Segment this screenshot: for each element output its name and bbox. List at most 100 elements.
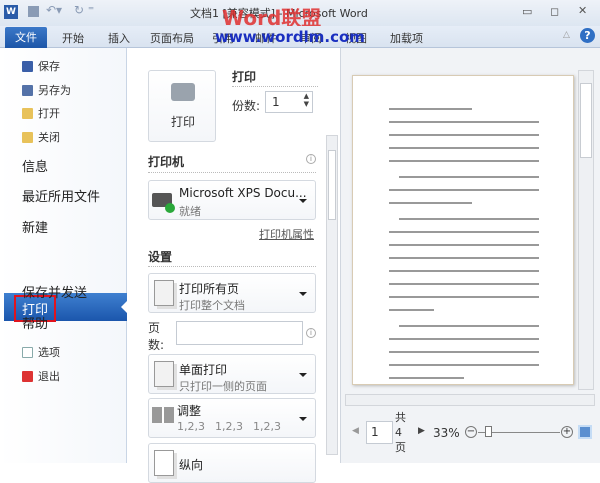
tab-addins[interactable]: 加载项 xyxy=(390,30,423,46)
printer-status: 就绪 xyxy=(179,205,201,218)
total-pages: 共 4 页 xyxy=(395,410,407,455)
watermark-url: www.wordlm.com xyxy=(215,28,365,46)
printer-name: Microsoft XPS Docu... xyxy=(179,186,307,200)
sides-title: 单面打印 xyxy=(179,363,228,377)
nav-help[interactable]: 帮助 xyxy=(22,313,48,332)
printer-heading: 打印机 xyxy=(148,155,185,169)
nav-close[interactable]: 关闭 xyxy=(22,129,60,145)
total-prefix: 共 xyxy=(395,411,406,424)
preview-text-line xyxy=(389,160,539,162)
printer-properties-link[interactable]: 打印机属性 xyxy=(259,226,314,242)
close-button[interactable]: ✕ xyxy=(578,4,587,17)
nav-save[interactable]: 保存 xyxy=(22,58,60,74)
printer-select[interactable]: Microsoft XPS Docu... 就绪 xyxy=(148,180,316,220)
preview-text-line xyxy=(389,270,539,272)
preview-text-line xyxy=(399,176,539,178)
pages-input[interactable] xyxy=(176,321,303,345)
collate-select[interactable]: 调整 1,2,3 1,2,3 1,2,3 xyxy=(148,398,316,438)
nav-label: 关闭 xyxy=(38,131,60,144)
nav-new[interactable]: 新建 xyxy=(22,217,48,236)
prev-page-button[interactable]: ◀ xyxy=(352,426,359,436)
preview-horizontal-scrollbar[interactable] xyxy=(345,394,595,406)
help-icon[interactable]: ? xyxy=(580,28,595,43)
preview-text-line xyxy=(389,147,539,149)
preview-text-line xyxy=(389,309,434,311)
range-desc: 打印整个文档 xyxy=(179,299,245,312)
tab-home[interactable]: 开始 xyxy=(62,30,84,46)
minimize-button[interactable]: ▭ xyxy=(522,5,532,18)
print-button[interactable]: 打印 xyxy=(148,70,216,142)
info-icon[interactable]: i xyxy=(306,328,316,338)
save-icon xyxy=(22,60,33,72)
printer-icon xyxy=(171,83,195,101)
save-icon[interactable] xyxy=(28,6,39,17)
nav-label: 打开 xyxy=(38,107,60,120)
page-number-input[interactable]: 1 xyxy=(366,421,393,444)
settings-heading: 设置 xyxy=(148,250,173,264)
undo-icon[interactable]: ↶▾ xyxy=(46,3,62,17)
preview-vertical-scrollbar[interactable] xyxy=(578,70,594,390)
preview-text-line xyxy=(399,325,539,327)
preview-text-line xyxy=(389,231,539,233)
sides-select[interactable]: 单面打印 只打印一侧的页面 xyxy=(148,354,316,394)
save-as-icon xyxy=(22,84,33,96)
preview-text-line xyxy=(389,189,539,191)
nav-exit[interactable]: 退出 xyxy=(22,368,60,384)
print-settings-pane: 打印 打印 份数: 1 ▲ ▼ 打印机 i Microsoft XPS Docu.… xyxy=(128,48,340,483)
title-bar: W ↶▾ ↻ ⁼ 文档1 [兼容模式] - Microsoft Word Wor… xyxy=(0,0,600,30)
next-page-button[interactable]: ▶ xyxy=(418,426,425,436)
collate-icon xyxy=(152,407,174,423)
preview-text-line xyxy=(389,364,539,366)
nav-label: 退出 xyxy=(38,370,60,383)
print-heading: 打印 xyxy=(232,70,257,84)
preview-text-line xyxy=(399,218,539,220)
nav-label: 保存 xyxy=(38,60,60,73)
tab-file[interactable]: 文件 xyxy=(5,27,47,48)
collate-desc: 1,2,3 xyxy=(215,420,243,433)
nav-options[interactable]: 选项 xyxy=(22,344,60,360)
preview-text-line xyxy=(389,377,464,379)
collate-title: 调整 xyxy=(177,404,202,418)
portrait-icon xyxy=(154,450,174,476)
one-sided-icon xyxy=(154,361,174,387)
print-preview-page xyxy=(352,75,574,385)
spin-arrows[interactable]: ▲ ▼ xyxy=(304,92,309,108)
nav-label: 另存为 xyxy=(38,84,71,97)
redo-icon[interactable]: ↻ ⁼ xyxy=(74,3,94,17)
all-pages-icon xyxy=(154,280,174,306)
options-icon xyxy=(22,346,33,358)
tab-insert[interactable]: 插入 xyxy=(108,30,130,46)
nav-info[interactable]: 信息 xyxy=(22,156,48,175)
nav-save-send[interactable]: 保存并发送 xyxy=(22,282,87,301)
maximize-button[interactable]: ◻ xyxy=(550,5,559,18)
orientation-select[interactable]: 纵向 xyxy=(148,443,316,483)
copies-value: 1 xyxy=(272,95,280,109)
copies-label: 份数: xyxy=(232,99,261,113)
nav-open[interactable]: 打开 xyxy=(22,105,60,121)
pages-label: 页数: xyxy=(148,321,165,352)
page-number: 1 xyxy=(371,425,379,439)
preview-text-line xyxy=(389,134,539,136)
zoom-out-button[interactable]: − xyxy=(465,426,477,438)
fit-page-icon[interactable] xyxy=(578,425,592,439)
nav-label: 选项 xyxy=(38,346,60,359)
copies-input[interactable]: 1 ▲ ▼ xyxy=(265,91,313,113)
collapse-ribbon-icon[interactable]: △ xyxy=(563,30,570,40)
preview-text-line xyxy=(389,351,539,353)
print-range-select[interactable]: 打印所有页 打印整个文档 xyxy=(148,273,316,313)
nav-save-as[interactable]: 另存为 xyxy=(22,82,71,98)
folder-close-icon xyxy=(22,131,33,143)
orientation-title: 纵向 xyxy=(179,458,204,472)
zoom-level[interactable]: 33% xyxy=(433,426,460,440)
zoom-slider-thumb[interactable] xyxy=(485,426,493,437)
range-title: 打印所有页 xyxy=(179,282,240,296)
tab-page-layout[interactable]: 页面布局 xyxy=(150,30,194,46)
preview-text-line xyxy=(389,338,539,340)
zoom-in-button[interactable]: + xyxy=(561,426,573,438)
preview-text-line xyxy=(389,244,539,246)
total-suffix: 页 xyxy=(395,441,406,454)
exit-icon xyxy=(22,370,33,382)
settings-scrollbar[interactable] xyxy=(326,135,338,455)
nav-recent[interactable]: 最近所用文件 xyxy=(22,186,100,205)
info-icon[interactable]: i xyxy=(306,154,316,164)
